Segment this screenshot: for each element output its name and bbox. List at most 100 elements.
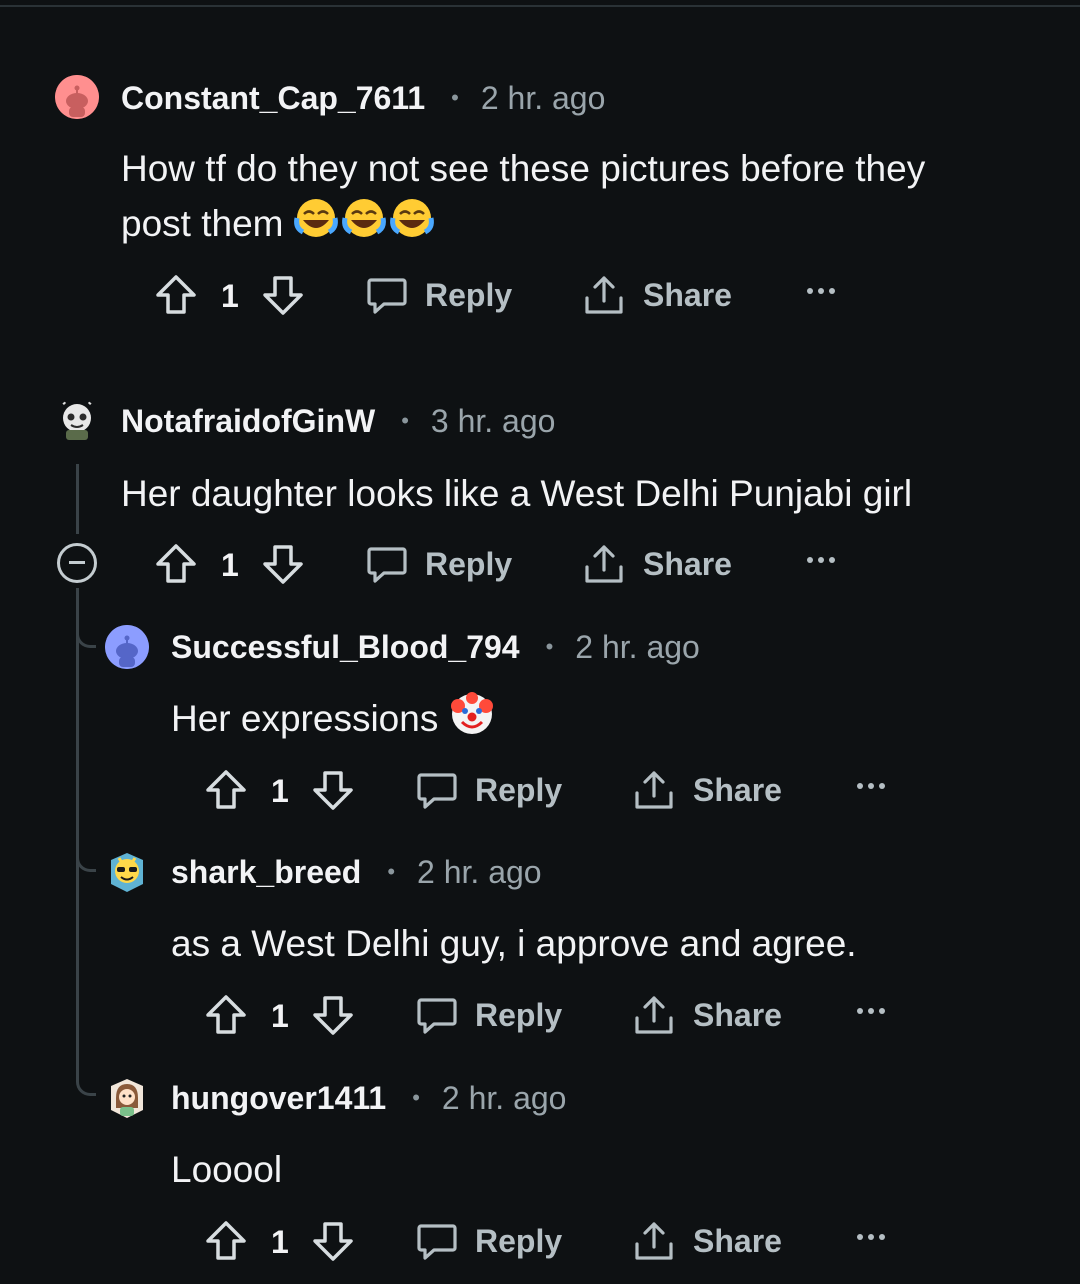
upvote-button[interactable]	[155, 543, 197, 585]
reply-label: Reply	[425, 545, 513, 582]
custom-avatar-icon	[111, 1079, 143, 1118]
comment-actions: 1 Reply Share	[0, 266, 1080, 322]
separator-dot: •	[412, 1085, 420, 1110]
downvote-button[interactable]	[312, 994, 354, 1036]
share-icon	[585, 545, 623, 583]
avatar[interactable]	[55, 75, 99, 119]
comment-body: Her daughter looks like a West Delhi Pun…	[121, 466, 1001, 521]
arrow-up-icon	[206, 770, 246, 809]
upvote-button[interactable]	[155, 274, 197, 316]
vote-score: 1	[271, 998, 289, 1034]
arrow-down-icon	[313, 1222, 353, 1261]
username[interactable]: Constant_Cap_7611	[121, 80, 425, 117]
speech-bubble-icon	[417, 773, 457, 809]
reply-label: Reply	[475, 771, 563, 808]
share-icon	[585, 276, 623, 314]
username[interactable]: shark_breed	[171, 854, 361, 891]
downvote-button[interactable]	[312, 1220, 354, 1262]
share-label: Share	[643, 545, 732, 582]
comment-actions: 1 Reply Share	[50, 1212, 1050, 1268]
vote-score: 1	[271, 773, 289, 809]
speech-bubble-icon	[367, 547, 407, 583]
clown-emoji-icon	[449, 691, 495, 751]
share-button[interactable]: Share	[583, 274, 732, 316]
comment-text: Her daughter looks like a West Delhi Pun…	[121, 473, 913, 514]
timestamp: 2 hr. ago	[480, 79, 606, 116]
more-options-button[interactable]	[856, 1232, 886, 1242]
username[interactable]: hungover1411	[171, 1080, 386, 1117]
upvote-button[interactable]	[205, 769, 247, 811]
reply-label: Reply	[475, 996, 563, 1033]
ellipsis-icon	[807, 557, 835, 563]
custom-avatar-icon	[59, 398, 95, 440]
reply-button[interactable]: Reply	[416, 994, 562, 1036]
vote-score: 1	[271, 1224, 289, 1260]
username[interactable]: NotafraidofGinW	[121, 403, 375, 440]
thread-line-main	[76, 464, 79, 534]
reply-button[interactable]: Reply	[366, 274, 512, 316]
comment-actions: 1 Reply Share	[50, 761, 1050, 817]
downvote-button[interactable]	[262, 543, 304, 585]
reply-button[interactable]: Reply	[416, 769, 562, 811]
share-icon	[635, 996, 673, 1034]
share-button[interactable]: Share	[633, 769, 782, 811]
comment-text: Her expressions	[171, 698, 439, 739]
custom-avatar-icon	[111, 853, 143, 892]
arrow-up-icon	[206, 995, 246, 1034]
comment-body: as a West Delhi guy, i approve and agree…	[171, 916, 1051, 971]
timestamp: 2 hr. ago	[417, 853, 542, 890]
share-icon	[635, 771, 673, 809]
share-label: Share	[693, 996, 782, 1033]
reply-button[interactable]: Reply	[416, 1220, 562, 1262]
thread-line-branch-1	[76, 632, 96, 648]
ellipsis-icon	[857, 783, 885, 789]
upvote-button[interactable]	[205, 1220, 247, 1262]
separator-dot: •	[545, 634, 554, 659]
more-options-button[interactable]	[806, 286, 836, 296]
thread-line-branch-3	[76, 1066, 96, 1096]
arrow-down-icon	[313, 771, 353, 810]
top-divider	[0, 5, 1080, 7]
comment-text: Looool	[171, 1149, 283, 1190]
more-options-button[interactable]	[856, 781, 886, 791]
more-options-button[interactable]	[856, 1006, 886, 1016]
downvote-button[interactable]	[262, 274, 304, 316]
comment-text: How tf do they not see these pictures be…	[121, 148, 926, 244]
reply-label: Reply	[425, 276, 513, 313]
arrow-up-icon	[156, 275, 196, 314]
share-icon	[635, 1222, 673, 1260]
vote-score: 1	[221, 278, 239, 314]
downvote-button[interactable]	[312, 769, 354, 811]
snoo-avatar-icon	[55, 75, 99, 119]
comment-body: Looool	[171, 1142, 1051, 1197]
reply-button[interactable]: Reply	[366, 543, 512, 585]
reply-label: Reply	[475, 1222, 563, 1259]
comment-body: How tf do they not see these pictures be…	[121, 141, 1001, 255]
more-options-button[interactable]	[806, 555, 836, 565]
upvote-button[interactable]	[205, 994, 247, 1036]
timestamp: 2 hr. ago	[575, 628, 700, 665]
comment-text: as a West Delhi guy, i approve and agree…	[171, 923, 857, 964]
avatar[interactable]	[105, 625, 149, 669]
ellipsis-icon	[857, 1008, 885, 1014]
speech-bubble-icon	[417, 998, 457, 1034]
timestamp: 3 hr. ago	[430, 402, 556, 439]
username[interactable]: Successful_Blood_794	[171, 629, 520, 666]
avatar[interactable]	[105, 1076, 149, 1120]
share-button[interactable]: Share	[633, 1220, 782, 1262]
share-button[interactable]: Share	[583, 543, 732, 585]
arrow-up-icon	[206, 1221, 246, 1260]
avatar[interactable]	[55, 398, 99, 442]
share-label: Share	[693, 771, 782, 808]
speech-bubble-icon	[367, 278, 407, 314]
vote-score: 1	[221, 547, 239, 583]
snoo-avatar-icon	[105, 625, 149, 669]
arrow-up-icon	[156, 544, 196, 583]
separator-dot: •	[401, 408, 409, 433]
avatar[interactable]	[105, 850, 149, 894]
share-button[interactable]: Share	[633, 994, 782, 1036]
separator-dot: •	[451, 85, 459, 110]
arrow-down-icon	[263, 276, 303, 315]
comment-actions: 1 Reply Share	[0, 535, 1080, 591]
comment-body: Her expressions	[171, 691, 1051, 751]
